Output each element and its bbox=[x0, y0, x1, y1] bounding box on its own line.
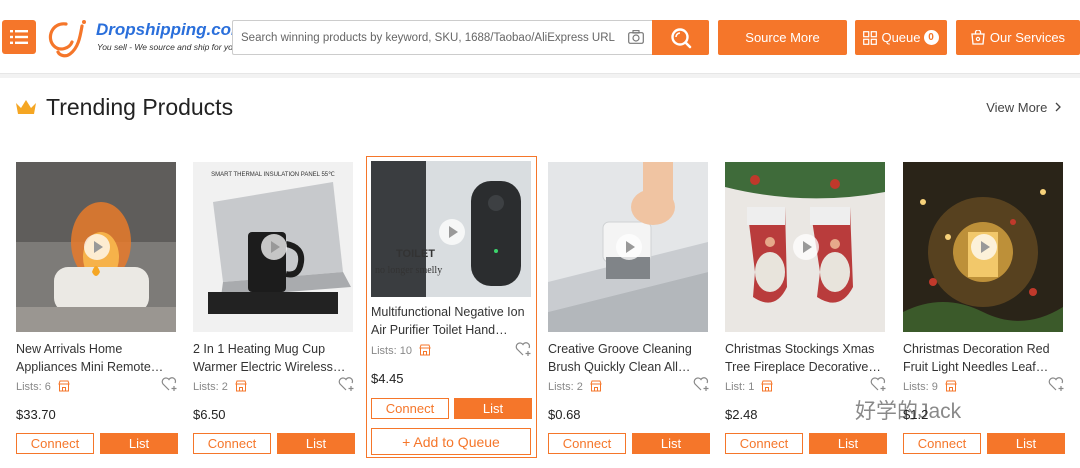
source-more-button[interactable]: Source More bbox=[718, 20, 847, 55]
product-title[interactable]: Multifunctional Negative Ion Air Purifier… bbox=[371, 303, 531, 339]
queue-label: Queue bbox=[881, 30, 921, 45]
product-card[interactable]: New Arrivals Home Appliances Mini Remote…… bbox=[16, 162, 178, 454]
product-image[interactable] bbox=[903, 162, 1063, 332]
lists-count: Lists: 9 bbox=[903, 380, 957, 393]
our-services-button[interactable]: Our Services bbox=[956, 20, 1080, 55]
product-title[interactable]: Christmas Stockings Xmas Tree Fireplace D… bbox=[725, 340, 885, 376]
source-more-label: Source More bbox=[745, 30, 820, 45]
store-icon bbox=[945, 380, 957, 392]
store-icon bbox=[761, 380, 774, 392]
product-image[interactable] bbox=[548, 162, 708, 332]
services-icon bbox=[971, 30, 985, 45]
search-button[interactable] bbox=[652, 20, 709, 55]
product-image[interactable] bbox=[16, 162, 176, 332]
camera-icon[interactable] bbox=[628, 30, 644, 44]
lists-count: Lists: 2 bbox=[193, 380, 247, 393]
menu-button[interactable] bbox=[2, 20, 36, 54]
play-icon[interactable] bbox=[261, 234, 287, 260]
play-icon[interactable] bbox=[84, 234, 110, 260]
image-caption-1: TOILET bbox=[396, 248, 435, 260]
search-box bbox=[232, 20, 652, 55]
product-title[interactable]: Christmas Decoration Red Fruit Light Need… bbox=[903, 340, 1063, 376]
product-title[interactable]: New Arrivals Home Appliances Mini Remote… bbox=[16, 340, 176, 376]
watermark: 好学的Jack bbox=[855, 400, 962, 423]
store-icon bbox=[590, 380, 602, 392]
menu-icon bbox=[10, 30, 28, 44]
product-price: $0.68 bbox=[548, 407, 581, 422]
heart-plus-icon[interactable] bbox=[1048, 376, 1065, 392]
connect-button[interactable]: Connect bbox=[725, 433, 803, 454]
image-caption-2: no longer smelly bbox=[375, 265, 442, 276]
connect-button[interactable]: Connect bbox=[371, 398, 449, 419]
product-price: $2.48 bbox=[725, 407, 758, 422]
product-price: $4.45 bbox=[371, 371, 404, 386]
logo-tagline: You sell - We source and ship for you! bbox=[97, 42, 241, 52]
view-more-label: View More bbox=[986, 100, 1048, 115]
product-card[interactable]: SMART THERMAL INSULATION PANEL 55℃ 2 In … bbox=[193, 162, 355, 454]
view-more-link[interactable]: View More bbox=[986, 100, 1062, 115]
store-icon bbox=[235, 380, 247, 392]
lists-count: Lists: 2 bbox=[548, 380, 602, 393]
list-button[interactable]: List bbox=[277, 433, 355, 454]
list-button[interactable]: List bbox=[809, 433, 887, 454]
connect-button[interactable]: Connect bbox=[193, 433, 271, 454]
search-icon bbox=[670, 27, 691, 48]
product-price: $6.50 bbox=[193, 407, 226, 422]
product-image[interactable]: SMART THERMAL INSULATION PANEL 55℃ bbox=[193, 162, 353, 332]
connect-button[interactable]: Connect bbox=[16, 433, 94, 454]
list-button[interactable]: List bbox=[987, 433, 1065, 454]
logo-text: Dropshipping.com bbox=[96, 20, 247, 39]
play-icon[interactable] bbox=[793, 234, 819, 260]
store-icon bbox=[58, 380, 70, 392]
play-icon[interactable] bbox=[439, 219, 465, 245]
product-image[interactable] bbox=[725, 162, 885, 332]
add-to-queue-button[interactable]: + Add to Queue bbox=[371, 428, 531, 455]
heart-plus-icon[interactable] bbox=[338, 376, 355, 392]
site-logo[interactable]: Dropshipping.com You sell - We source an… bbox=[44, 16, 246, 60]
heart-plus-icon[interactable] bbox=[870, 376, 887, 392]
connect-button[interactable]: Connect bbox=[548, 433, 626, 454]
lists-count: Lists: 10 bbox=[371, 344, 431, 357]
list-button[interactable]: List bbox=[632, 433, 710, 454]
section-title: Trending Products bbox=[46, 94, 234, 120]
heart-plus-icon[interactable] bbox=[161, 376, 178, 392]
connect-button[interactable]: Connect bbox=[903, 433, 981, 454]
product-title[interactable]: Creative Groove Cleaning Brush Quickly Cl… bbox=[548, 340, 708, 376]
crown-icon bbox=[16, 100, 36, 114]
lists-count: List: 1 bbox=[725, 380, 774, 393]
our-services-label: Our Services bbox=[989, 30, 1066, 45]
heart-plus-icon[interactable] bbox=[693, 376, 710, 392]
image-caption: SMART THERMAL INSULATION PANEL 55℃ bbox=[211, 172, 335, 178]
store-icon bbox=[419, 344, 431, 356]
product-card[interactable]: Creative Groove Cleaning Brush Quickly Cl… bbox=[548, 162, 710, 454]
lists-count: Lists: 6 bbox=[16, 380, 70, 393]
queue-count-badge: 0 bbox=[923, 30, 939, 45]
play-icon[interactable] bbox=[616, 234, 642, 260]
list-button[interactable]: List bbox=[454, 398, 532, 419]
product-card-hovered[interactable]: TOILET no longer smelly Multifunctional … bbox=[366, 156, 537, 458]
product-price: $33.70 bbox=[16, 407, 56, 422]
top-header: Dropshipping.com You sell - We source an… bbox=[0, 0, 1080, 74]
heart-plus-icon[interactable] bbox=[515, 341, 532, 357]
list-button[interactable]: List bbox=[100, 433, 178, 454]
queue-icon bbox=[863, 30, 878, 45]
play-icon[interactable] bbox=[971, 234, 997, 260]
search-input[interactable] bbox=[241, 21, 621, 54]
product-title[interactable]: 2 In 1 Heating Mug Cup Warmer Electric Wi… bbox=[193, 340, 353, 376]
chevron-right-icon bbox=[1055, 102, 1061, 112]
queue-button[interactable]: Queue 0 bbox=[855, 20, 947, 55]
logo-mark-icon bbox=[48, 20, 86, 58]
